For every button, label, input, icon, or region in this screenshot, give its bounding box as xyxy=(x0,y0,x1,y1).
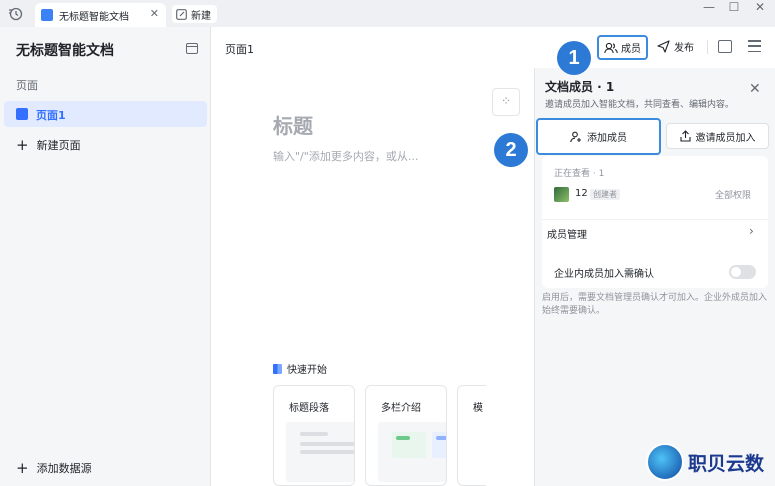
ai-assist-button[interactable]: ⁘ xyxy=(492,88,520,116)
creator-badge: 创建者 xyxy=(590,189,620,200)
add-member-button[interactable]: 添加成员 xyxy=(536,118,661,155)
step-badge-2: 2 xyxy=(494,133,528,167)
title-bar: 无标题智能文档 ✕ 新建 — ☐ ✕ xyxy=(0,0,775,27)
send-icon xyxy=(657,40,670,53)
breadcrumb: 页面1 xyxy=(225,43,254,56)
avatar xyxy=(554,187,569,202)
panel-title: 文档成员 · 1 xyxy=(545,80,615,94)
watermark-logo-icon xyxy=(646,443,684,481)
chevron-right-icon[interactable]: › xyxy=(749,224,754,238)
add-data-source-button[interactable]: + 添加数据源 xyxy=(16,460,92,476)
new-button[interactable]: 新建 xyxy=(172,5,217,23)
template-card[interactable]: 模 xyxy=(457,385,486,486)
history-icon[interactable] xyxy=(8,6,24,22)
add-data-source-label: 添加数据源 xyxy=(36,462,92,475)
smart-doc-icon xyxy=(41,9,53,21)
sidebar: 无标题智能文档 页面 页面1 + 新建页面 + 添加数据源 xyxy=(0,27,211,486)
close-icon[interactable]: ✕ xyxy=(150,7,159,20)
share-icon xyxy=(679,130,691,142)
new-page-button[interactable]: + 新建页面 xyxy=(16,137,81,153)
toolbar-divider xyxy=(707,40,708,54)
watermark-text: 职贝云数 xyxy=(688,452,765,475)
template-label: 模 xyxy=(473,403,483,414)
template-thumbnail xyxy=(378,422,446,482)
template-thumbnail xyxy=(286,422,354,482)
panel-subtitle: 邀请成员加入智能文档，共同查看、编辑内容。 xyxy=(545,100,735,110)
members-button[interactable]: 成员 xyxy=(597,35,648,60)
new-label: 新建 xyxy=(191,10,211,22)
viewing-label: 正在查看 · 1 xyxy=(554,169,605,179)
template-label: 多栏介绍 xyxy=(381,403,421,414)
add-member-label: 添加成员 xyxy=(587,133,627,144)
page-icon xyxy=(16,108,28,120)
close-icon[interactable]: ✕ xyxy=(749,82,761,96)
heading-placeholder[interactable]: 标题 xyxy=(273,110,313,139)
template-card[interactable]: 多栏介绍 xyxy=(365,385,447,486)
plus-icon: + xyxy=(16,136,29,154)
invite-member-label: 邀请成员加入 xyxy=(695,132,756,144)
publish-label: 发布 xyxy=(674,43,694,54)
menu-icon[interactable] xyxy=(748,40,761,52)
permission-dropdown[interactable]: 全部权限 xyxy=(715,188,751,201)
edit-icon xyxy=(176,8,187,20)
quick-start-label: 快速开始 xyxy=(287,365,327,376)
template-icon xyxy=(273,363,282,374)
confirm-join-description: 启用后，需要文档管理员确认才可加入。企业外成员加入始终需要确认。 xyxy=(542,293,768,316)
tab-title: 无标题智能文档 xyxy=(59,12,129,23)
pages-section-label: 页面 xyxy=(16,79,38,92)
collapse-sidebar-icon[interactable] xyxy=(186,43,198,54)
new-page-label: 新建页面 xyxy=(36,139,81,152)
members-icon xyxy=(604,42,618,53)
template-card[interactable]: 标题段落 xyxy=(273,385,355,486)
confirm-join-label: 企业内成员加入需确认 xyxy=(554,269,654,280)
template-label: 标题段落 xyxy=(289,403,329,414)
minimize-icon[interactable]: — xyxy=(697,0,721,18)
window-close-icon[interactable]: ✕ xyxy=(748,0,772,18)
maximize-icon[interactable]: ☐ xyxy=(722,0,746,18)
invite-member-button[interactable]: 邀请成员加入 xyxy=(666,123,769,149)
members-panel: 文档成员 · 1 邀请成员加入智能文档，共同查看、编辑内容。 ✕ 添加成员 邀请… xyxy=(534,68,775,486)
plus-icon: + xyxy=(16,459,29,477)
add-user-icon xyxy=(570,131,581,142)
publish-button[interactable]: 发布 xyxy=(657,39,694,54)
document-tab[interactable]: 无标题智能文档 ✕ xyxy=(35,3,166,27)
user-name: 12 xyxy=(575,188,588,199)
comment-icon[interactable] xyxy=(718,40,732,53)
quick-start-header: 快速开始 xyxy=(273,361,327,376)
step-badge-1: 1 xyxy=(557,41,591,75)
members-label: 成员 xyxy=(621,44,641,55)
confirm-join-card: 企业内成员加入需确认 xyxy=(542,256,768,288)
confirm-join-toggle[interactable] xyxy=(729,265,756,279)
watermark: 职贝云数 xyxy=(646,443,764,481)
member-management-row[interactable]: 成员管理 xyxy=(547,226,587,241)
body-placeholder[interactable]: 输入"/"添加更多内容，或从... xyxy=(273,148,418,164)
sidebar-item-page1[interactable]: 页面1 xyxy=(4,101,207,127)
card-divider xyxy=(542,219,768,220)
doc-title: 无标题智能文档 xyxy=(16,43,114,59)
loading-icon: ⁘ xyxy=(501,94,512,108)
page-item-label: 页面1 xyxy=(36,109,66,122)
